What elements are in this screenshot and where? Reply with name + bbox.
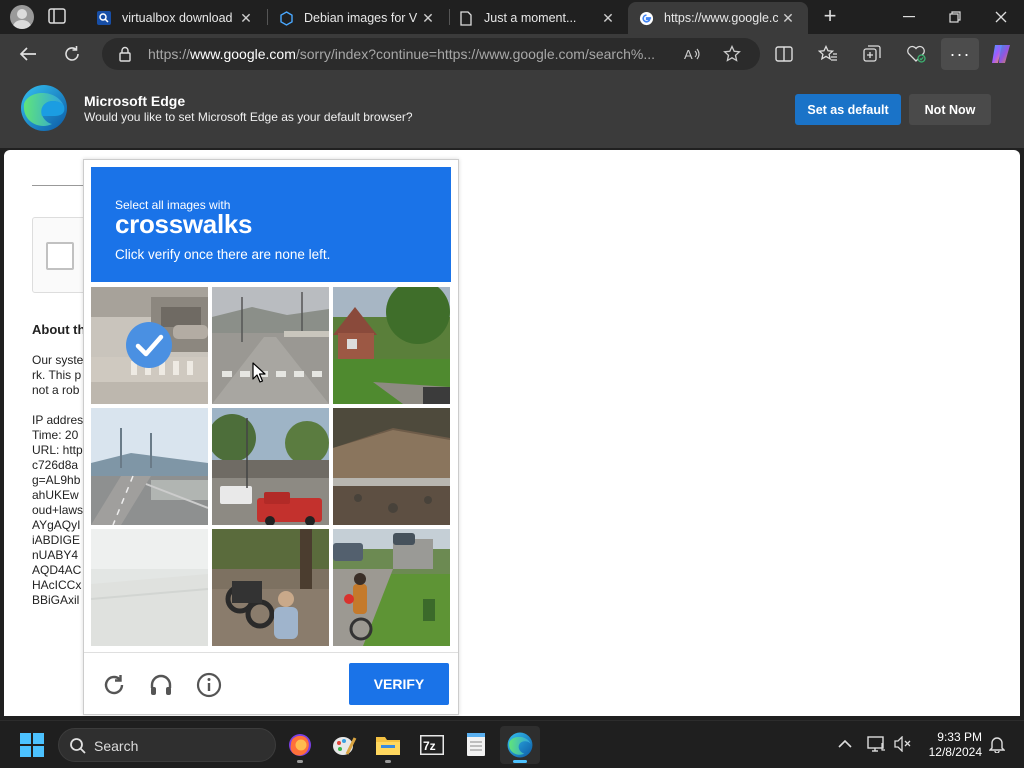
copilot-icon[interactable] bbox=[987, 40, 1015, 68]
collections-icon[interactable] bbox=[858, 40, 886, 68]
close-tab-icon[interactable]: ✕ bbox=[598, 10, 618, 27]
image-tile-5[interactable] bbox=[212, 408, 329, 525]
clock-time: 9:33 PM bbox=[937, 730, 982, 744]
file-explorer-taskbar-icon[interactable] bbox=[368, 726, 408, 764]
url-text: https://www.google.com/sorry/index?conti… bbox=[148, 46, 655, 62]
refresh-button[interactable] bbox=[58, 40, 86, 68]
edge-logo-icon bbox=[21, 85, 67, 131]
image-grid bbox=[91, 287, 451, 647]
mouse-cursor-icon bbox=[252, 362, 266, 383]
info-icon[interactable] bbox=[194, 670, 224, 700]
back-button[interactable] bbox=[14, 40, 42, 68]
globe-favicon-icon bbox=[278, 10, 294, 26]
about-heading: About th bbox=[32, 322, 86, 337]
footer-divider bbox=[84, 652, 458, 653]
clock-date: 12/8/2024 bbox=[928, 745, 982, 759]
notepad-taskbar-icon[interactable] bbox=[456, 726, 496, 764]
7zip-taskbar-icon[interactable]: 7z bbox=[412, 726, 452, 764]
tab-label: https://www.google.co bbox=[664, 11, 778, 25]
image-tile-3[interactable] bbox=[333, 287, 450, 404]
target-word: crosswalks bbox=[115, 209, 253, 239]
challenge-header: Select all images with crosswalks Click … bbox=[91, 167, 451, 282]
paint-taskbar-icon[interactable] bbox=[324, 726, 364, 764]
navigation-bar: https://www.google.com/sorry/index?conti… bbox=[0, 34, 1024, 74]
show-hidden-icons-chevron-icon[interactable] bbox=[834, 733, 856, 755]
tab-label: virtualbox download on bbox=[122, 11, 236, 25]
tab-label: Debian images for VM bbox=[304, 11, 418, 25]
close-tab-icon[interactable]: ✕ bbox=[418, 10, 438, 27]
display-icon[interactable] bbox=[866, 733, 888, 755]
profile-avatar-icon[interactable] bbox=[10, 5, 34, 29]
recaptcha-checkbox[interactable] bbox=[46, 242, 74, 270]
restore-button[interactable] bbox=[932, 0, 978, 34]
reload-challenge-icon[interactable] bbox=[99, 670, 129, 700]
notifications-bell-icon[interactable] bbox=[986, 733, 1008, 755]
not-now-button[interactable]: Not Now bbox=[909, 94, 991, 125]
instruction-subtext: Click verify once there are none left. bbox=[115, 247, 331, 262]
image-tile-8[interactable] bbox=[212, 529, 329, 646]
tab-actions-icon[interactable] bbox=[48, 8, 70, 26]
windows-start-icon[interactable] bbox=[20, 733, 44, 757]
svg-text:A: A bbox=[684, 47, 693, 62]
settings-more-button[interactable]: ··· bbox=[941, 38, 979, 70]
system-clock[interactable]: 9:33 PM 12/8/2024 bbox=[918, 730, 982, 760]
address-bar[interactable]: https://www.google.com/sorry/index?conti… bbox=[102, 38, 760, 70]
svg-text:7z: 7z bbox=[423, 739, 436, 753]
search-label: Search bbox=[94, 738, 139, 754]
image-tile-9[interactable] bbox=[333, 529, 450, 646]
close-tab-icon[interactable]: ✕ bbox=[236, 10, 256, 27]
firefox-taskbar-icon[interactable] bbox=[280, 726, 320, 764]
infobar-title: Microsoft Edge bbox=[84, 93, 186, 109]
favorite-star-icon[interactable] bbox=[718, 40, 746, 68]
tab-virtualbox[interactable]: virtualbox download on ✕ bbox=[86, 2, 266, 34]
image-tile-7[interactable] bbox=[91, 529, 208, 646]
tab-strip: virtualbox download on ✕ Debian images f… bbox=[0, 0, 1024, 34]
split-screen-icon[interactable] bbox=[770, 40, 798, 68]
read-aloud-icon[interactable]: A bbox=[678, 40, 706, 68]
verify-button[interactable]: VERIFY bbox=[349, 663, 449, 705]
search-favicon-icon bbox=[96, 10, 112, 26]
google-favicon-icon bbox=[638, 10, 654, 26]
infobar-message: Would you like to set Microsoft Edge as … bbox=[84, 110, 413, 124]
favorites-icon[interactable] bbox=[814, 40, 842, 68]
close-window-button[interactable] bbox=[978, 0, 1024, 34]
lock-icon[interactable] bbox=[118, 46, 132, 67]
tab-label: Just a moment... bbox=[484, 11, 577, 25]
edge-taskbar-icon[interactable] bbox=[500, 726, 540, 764]
page-favicon-icon bbox=[458, 10, 474, 26]
image-tile-1[interactable] bbox=[91, 287, 208, 404]
minimize-button[interactable] bbox=[886, 0, 932, 34]
browser-essentials-icon[interactable] bbox=[902, 40, 930, 68]
recaptcha-challenge: Select all images with crosswalks Click … bbox=[83, 159, 459, 715]
about-text: Our syste rk. This p not a rob IP addres… bbox=[32, 353, 84, 607]
default-browser-infobar: Microsoft Edge Would you like to set Mic… bbox=[0, 74, 1024, 148]
set-as-default-button[interactable]: Set as default bbox=[795, 94, 901, 125]
taskbar: Search 7z 9:33 PM 12/8/2024 bbox=[0, 720, 1024, 768]
new-tab-button[interactable]: + bbox=[817, 4, 843, 30]
image-tile-6[interactable] bbox=[333, 408, 450, 525]
search-icon bbox=[69, 737, 87, 760]
tab-google-active[interactable]: https://www.google.co ✕ bbox=[628, 2, 808, 34]
volume-muted-icon[interactable] bbox=[892, 733, 914, 755]
tab-debian[interactable]: Debian images for VM ✕ bbox=[268, 2, 448, 34]
checkmark-icon bbox=[126, 322, 172, 368]
image-tile-2[interactable] bbox=[212, 287, 329, 404]
tab-just-a-moment[interactable]: Just a moment... ✕ bbox=[448, 2, 628, 34]
image-tile-4[interactable] bbox=[91, 408, 208, 525]
close-tab-icon[interactable]: ✕ bbox=[778, 10, 798, 27]
audio-challenge-icon[interactable] bbox=[146, 670, 176, 700]
taskbar-search-box[interactable]: Search bbox=[58, 728, 276, 762]
